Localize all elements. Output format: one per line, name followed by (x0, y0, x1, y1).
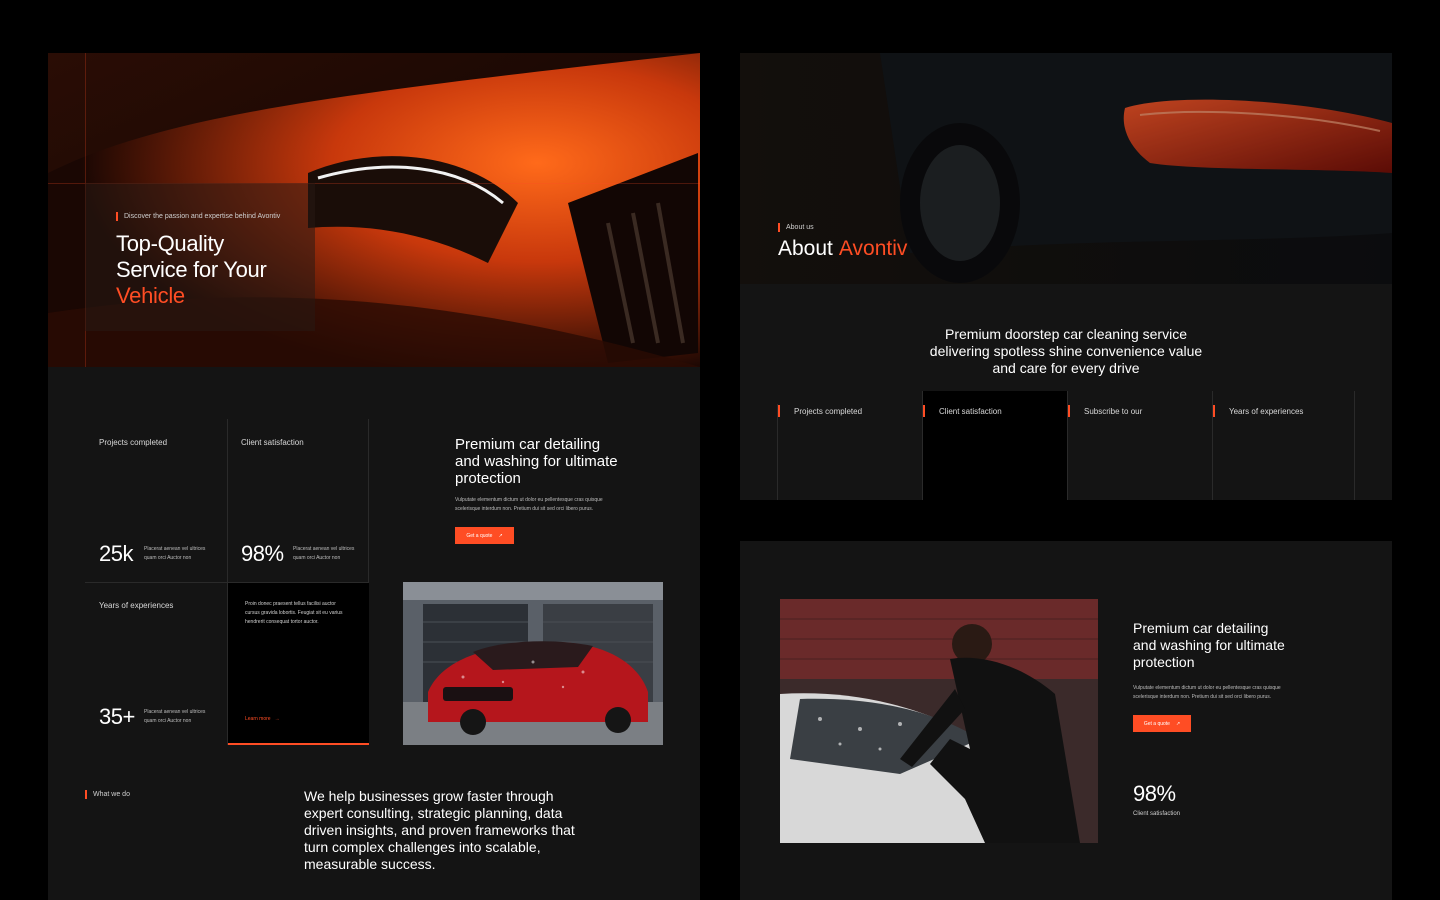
stat-years-desc-2: quam orci Auctor non (144, 718, 192, 724)
about-statement-panel: Premium doorstep car cleaning service de… (740, 284, 1392, 500)
what-we-do-line3: driven insights, and proven frameworks t… (304, 822, 575, 838)
stat-satisfaction-desc-1: Placerat aenean vel ultrices (293, 546, 355, 552)
hero-title-line2: Service for Your (116, 257, 267, 282)
bottom-title-3: protection (1133, 654, 1195, 670)
car-washing-worker-image (780, 599, 1098, 843)
promo-body-2: cursus gravida lobortis. Feugiat sit eu … (245, 610, 343, 616)
arrow-right-icon: → (274, 716, 280, 722)
about-kicker: About us (778, 223, 814, 232)
promo-card: Proin donec praesent tellus facilisi auc… (228, 583, 369, 745)
about-title-accent: Avontiv (838, 237, 908, 260)
hero-section: Discover the passion and expertise behin… (48, 53, 700, 367)
stat-years-label: Years of experiences (99, 601, 174, 610)
what-we-do-line2: expert consulting, strategic planning, d… (304, 805, 563, 821)
stat-years-suffix: + (122, 704, 135, 729)
stat-years-desc-1: Placerat aenean vel ultrices (144, 709, 206, 715)
bottom-body-1: Vulputate elementum dictum ut dolor eu p… (1133, 685, 1281, 691)
what-we-do-line4: turn complex challenges into scalable, (304, 839, 541, 855)
about-statement-2: delivering spotless shine convenience va… (929, 343, 1203, 359)
hero-title-line1: Top-Quality (116, 231, 224, 256)
detail-body-2: scelerisque interdum non. Pretium dui si… (455, 506, 594, 512)
stat-satisfaction-label: Client satisfaction (241, 438, 304, 447)
stat-projects-label: Projects completed (99, 438, 168, 447)
hero-title-accent: Vehicle (116, 283, 185, 308)
bottom-stat-value: 98 (1133, 781, 1157, 806)
about-tab-satisfaction[interactable]: Client satisfaction (923, 405, 1002, 417)
hero-kicker: Discover the passion and expertise behin… (116, 212, 280, 221)
arrow-up-right-icon: ↗ (1175, 720, 1181, 727)
learn-more-link[interactable]: Learn more → (245, 716, 280, 722)
get-quote-button[interactable]: Get a quote ↗ (455, 527, 514, 544)
arrow-up-right-icon: ↗ (498, 532, 503, 539)
promo-body-3: hendrerit consequat tortor auctor. (245, 619, 319, 625)
stat-satisfaction-suffix: % (264, 541, 284, 566)
bottom-title-2: and washing for ultimate (1133, 637, 1285, 653)
about-statement-1: Premium doorstep car cleaning service (945, 326, 1187, 342)
hero-overlay-card: Discover the passion and expertise behin… (85, 183, 315, 331)
promo-body-1: Proin donec praesent tellus facilisi auc… (245, 601, 336, 607)
what-we-do-kicker: What we do (85, 790, 130, 799)
about-title: About (778, 237, 833, 260)
detail-title-3: protection (455, 470, 521, 487)
what-we-do-line5: measurable success. (304, 856, 436, 872)
bottom-title-1: Premium car detailing (1133, 620, 1269, 636)
stat-projects-suffix: k (122, 541, 133, 566)
detail-title-1: Premium car detailing (455, 436, 601, 453)
bottom-detailing-panel: Premium car detailing and washing for ul… (740, 541, 1392, 900)
stat-satisfaction-desc-2: quam orci Auctor non (293, 555, 341, 561)
about-tab-projects[interactable]: Projects completed (778, 405, 862, 417)
left-content-panel: Projects completed 25 k Placerat aenean … (48, 367, 700, 900)
about-tab-subscribe[interactable]: Subscribe to our (1068, 405, 1142, 417)
bottom-get-quote-button[interactable]: Get a quote ↗ (1133, 715, 1191, 732)
stat-projects-desc-1: Placerat aenean vel ultrices (144, 546, 206, 552)
bottom-stat-suffix: % (1156, 781, 1176, 806)
detail-body-1: Vulputate elementum dictum ut dolor eu p… (455, 497, 603, 503)
what-we-do-line1: We help businesses grow faster through (304, 788, 554, 804)
detail-title-2: and washing for ultimate (455, 453, 618, 470)
bottom-stat-label: Client satisfaction (1133, 811, 1181, 817)
stat-years-value: 35 (99, 704, 123, 729)
stat-projects-desc-2: quam orci Auctor non (144, 555, 192, 561)
bottom-body-2: scelerisque interdum non. Pretium dui si… (1133, 694, 1272, 700)
stat-satisfaction-value: 98 (241, 541, 265, 566)
stat-projects-value: 25 (99, 541, 123, 566)
red-car-wash-image (403, 582, 663, 745)
about-tab-years[interactable]: Years of experiences (1213, 405, 1303, 417)
about-hero: About us About Avontiv (740, 53, 1392, 284)
about-statement-3: and care for every drive (992, 360, 1140, 376)
